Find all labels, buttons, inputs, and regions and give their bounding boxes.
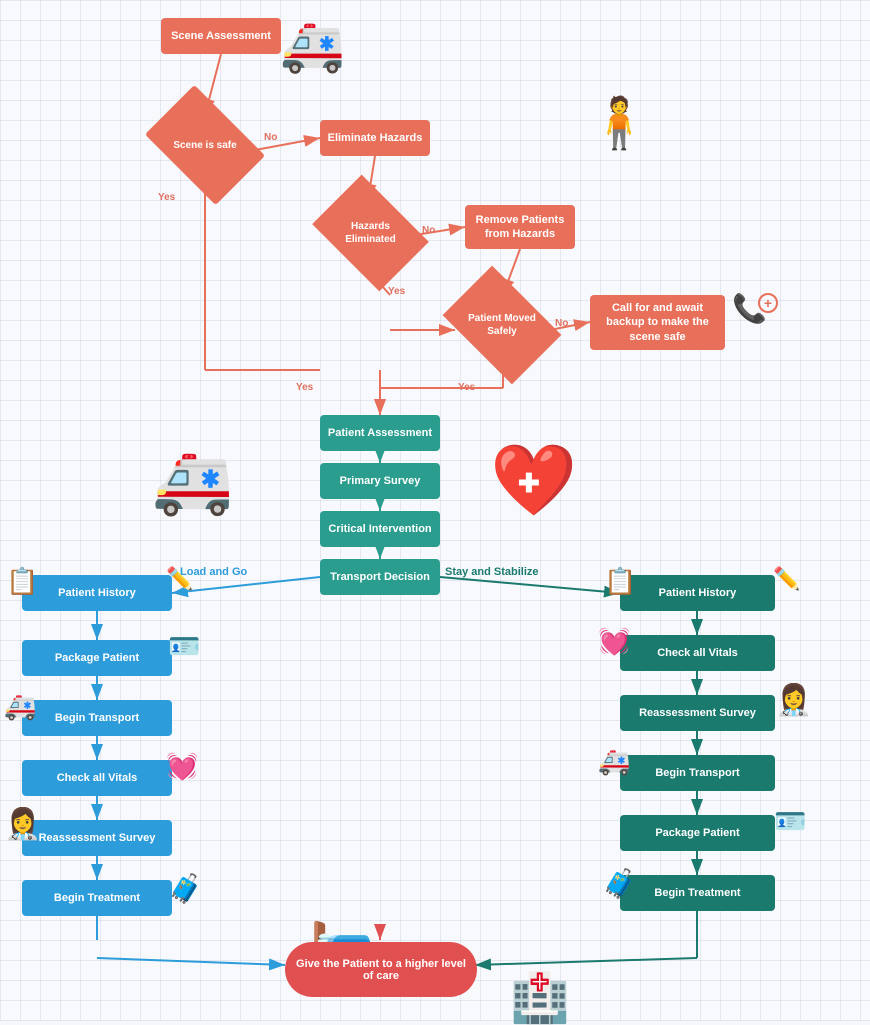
vitals-left-icon: 💓 <box>166 753 198 779</box>
call-backup-box: Call for and await backup to make the sc… <box>590 295 725 350</box>
package-patient-left-box: Package Patient <box>22 640 172 676</box>
begin-treatment-right-box: Begin Treatment <box>620 875 775 911</box>
notepad-pen-left-icon: ✏️ <box>166 568 193 590</box>
cross-in-heart: ✚ <box>518 468 540 499</box>
eliminate-hazards-box: Eliminate Hazards <box>320 120 430 156</box>
pen-right-icon: ✏️ <box>773 568 800 590</box>
scene-assessment-box: Scene Assessment <box>161 18 281 54</box>
yes-label-3b: Yes <box>458 382 475 393</box>
begin-treatment-left-box: Begin Treatment <box>22 880 172 916</box>
remove-patients-box: Remove Patients from Hazards <box>465 205 575 249</box>
nurse-left-icon: 👩‍⚕️ <box>4 810 41 840</box>
notepad-left-icon: 📋 <box>6 568 38 594</box>
hazards-eliminated-diamond: Hazards Eliminated <box>323 198 418 268</box>
ambulance-left-icon: 🚑 <box>152 448 233 513</box>
primary-survey-box: Primary Survey <box>320 463 440 499</box>
patient-history-right-box: Patient History <box>620 575 775 611</box>
transport-left-icon: 🚑 <box>4 693 36 719</box>
stay-stabilize-label: Stay and Stabilize <box>445 566 539 578</box>
begin-transport-left-box: Begin Transport <box>22 700 172 736</box>
patient-moved-safely-diamond: Patient Moved Safely <box>453 290 551 360</box>
human-figure-icon: 🧍 <box>588 98 650 148</box>
no-label-2: No <box>422 225 435 236</box>
transport-right-icon: 🚑 <box>598 748 630 774</box>
medkit-right-icon: 🧳 <box>602 870 637 898</box>
plus-circle-icon: + <box>758 293 778 313</box>
nurse-right-icon: 👩‍⚕️ <box>775 686 812 716</box>
patient-history-left-box: Patient History <box>22 575 172 611</box>
begin-transport-right-box: Begin Transport <box>620 755 775 791</box>
patient-assessment-box: Patient Assessment <box>320 415 440 451</box>
medkit-left-icon: 🧳 <box>168 875 203 903</box>
give-patient-box: Give the Patient to a higher level of ca… <box>285 942 477 997</box>
no-label-1: No <box>264 132 277 143</box>
ambulance-top-icon: 🚑 <box>280 20 345 72</box>
hospital-building-icon: 🏥 <box>510 975 570 1023</box>
package-patient-right-box: Package Patient <box>620 815 775 851</box>
vitals-right-icon: 💓 <box>598 628 630 654</box>
yes-label-3a: Yes <box>296 382 313 393</box>
yes-label-1: Yes <box>158 192 175 203</box>
no-label-3: No <box>555 318 568 329</box>
yes-label-2: Yes <box>388 286 405 297</box>
id-card-left-icon: 🪪 <box>168 633 200 659</box>
reassessment-right-box: Reassessment Survey <box>620 695 775 731</box>
critical-intervention-box: Critical Intervention <box>320 511 440 547</box>
check-vitals-left-box: Check all Vitals <box>22 760 172 796</box>
id-card-right-icon: 🪪 <box>774 808 806 834</box>
scene-is-safe-diamond: Scene is safe <box>155 110 255 180</box>
notepad-right-icon: 📋 <box>604 568 636 594</box>
reassessment-left-box: Reassessment Survey <box>22 820 172 856</box>
flowchart-canvas: Scene Assessment 🚑 Scene is safe No Yes … <box>0 0 870 1021</box>
transport-decision-box: Transport Decision <box>320 559 440 595</box>
check-vitals-right-box: Check all Vitals <box>620 635 775 671</box>
